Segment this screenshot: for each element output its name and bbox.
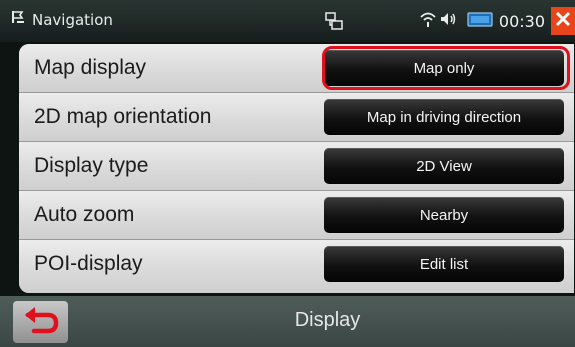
setting-row-2d-map-orientation: 2D map orientation Map in driving direct… (19, 93, 574, 142)
setting-label-map-display: Map display (34, 56, 147, 79)
display-type-button[interactable]: 2D View (324, 148, 564, 184)
screen-title: Display (294, 309, 361, 331)
poi-display-button[interactable]: Edit list (324, 246, 564, 282)
map-layout-icon[interactable] (325, 12, 343, 35)
close-icon (555, 11, 571, 32)
setting-label-auto-zoom: Auto zoom (34, 203, 135, 226)
navigation-display-settings-screen: Navigation 00:30 Map display Map only 2D… (0, 0, 575, 347)
2d-map-orientation-button[interactable]: Map in driving direction (324, 99, 564, 135)
display-icon (467, 10, 493, 33)
setting-row-auto-zoom: Auto zoom Nearby (19, 191, 574, 240)
settings-list: Map display Map only 2D map orientation … (19, 44, 574, 293)
setting-label-display-type: Display type (34, 154, 149, 177)
map-display-button[interactable]: Map only (324, 50, 564, 86)
status-indicators: 00:30 (419, 5, 575, 37)
setting-row-poi-display: POI-display Edit list (19, 240, 574, 293)
status-bar: Navigation 00:30 (0, 0, 575, 42)
close-button[interactable] (551, 7, 575, 35)
auto-zoom-button[interactable]: Nearby (324, 197, 564, 233)
status-title-group: Navigation (10, 9, 113, 30)
wifi-icon (419, 10, 437, 33)
setting-row-map-display: Map display Map only (19, 44, 574, 93)
navigation-app-icon (10, 9, 26, 30)
speaker-icon (439, 10, 457, 33)
status-title: Navigation (32, 10, 113, 29)
clock: 00:30 (498, 11, 545, 31)
setting-label-poi-display: POI-display (34, 252, 143, 275)
bottom-bar: Display (0, 296, 575, 347)
setting-label-2d-map-orientation: 2D map orientation (34, 105, 212, 128)
setting-row-display-type: Display type 2D View (19, 142, 574, 191)
